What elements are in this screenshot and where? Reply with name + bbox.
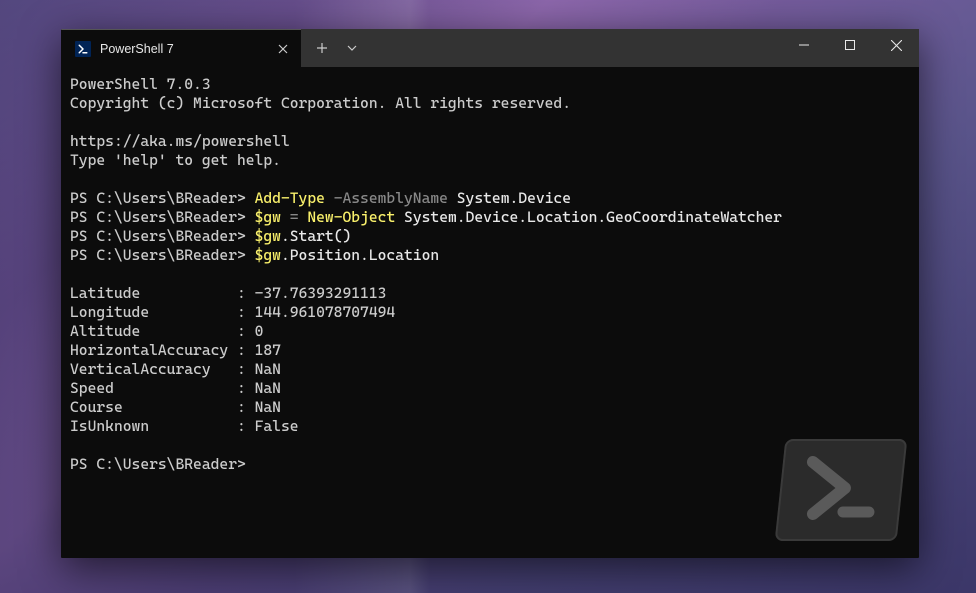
maximize-button[interactable] [827, 29, 873, 61]
titlebar[interactable]: PowerShell 7 [61, 29, 919, 67]
minimize-button[interactable] [781, 29, 827, 61]
tab-powershell[interactable]: PowerShell 7 [61, 29, 301, 67]
arg: System.Device.Location.GeoCoordinateWatc… [404, 208, 782, 226]
prompt: PS C:\Users\BReader> [70, 208, 246, 226]
powershell-watermark-icon [775, 439, 908, 541]
tab-title: PowerShell 7 [100, 42, 266, 56]
copyright-line: Copyright (c) Microsoft Corporation. All… [70, 94, 571, 112]
property: .Position.Location [281, 246, 439, 264]
operator: = [290, 208, 299, 226]
cmdlet: Add-Type [255, 189, 325, 207]
help-line: Type 'help' to get help. [70, 151, 281, 169]
version-line: PowerShell 7.0.3 [70, 75, 211, 93]
close-button[interactable] [873, 29, 919, 61]
param: -AssemblyName [334, 189, 448, 207]
prompt: PS C:\Users\BReader> [70, 455, 246, 473]
variable: $gw [255, 208, 281, 226]
prompt: PS C:\Users\BReader> [70, 227, 246, 245]
terminal-window: PowerShell 7 PowerShell 7.0.3 C [61, 29, 919, 558]
variable: $gw [255, 246, 281, 264]
powershell-icon [75, 41, 91, 57]
variable: $gw [255, 227, 281, 245]
prompt: PS C:\Users\BReader> [70, 189, 246, 207]
prompt: PS C:\Users\BReader> [70, 246, 246, 264]
output-block: Latitude : -37.76393291113 Longitude : 1… [70, 284, 395, 435]
terminal-area[interactable]: PowerShell 7.0.3 Copyright (c) Microsoft… [61, 67, 919, 558]
tab-close-button[interactable] [275, 41, 291, 57]
tab-dropdown-button[interactable] [337, 33, 367, 63]
arg: System.Device [457, 189, 571, 207]
url-line: https://aka.ms/powershell [70, 132, 290, 150]
new-tab-button[interactable] [307, 33, 337, 63]
cmdlet: New-Object [307, 208, 395, 226]
method: .Start() [281, 227, 351, 245]
